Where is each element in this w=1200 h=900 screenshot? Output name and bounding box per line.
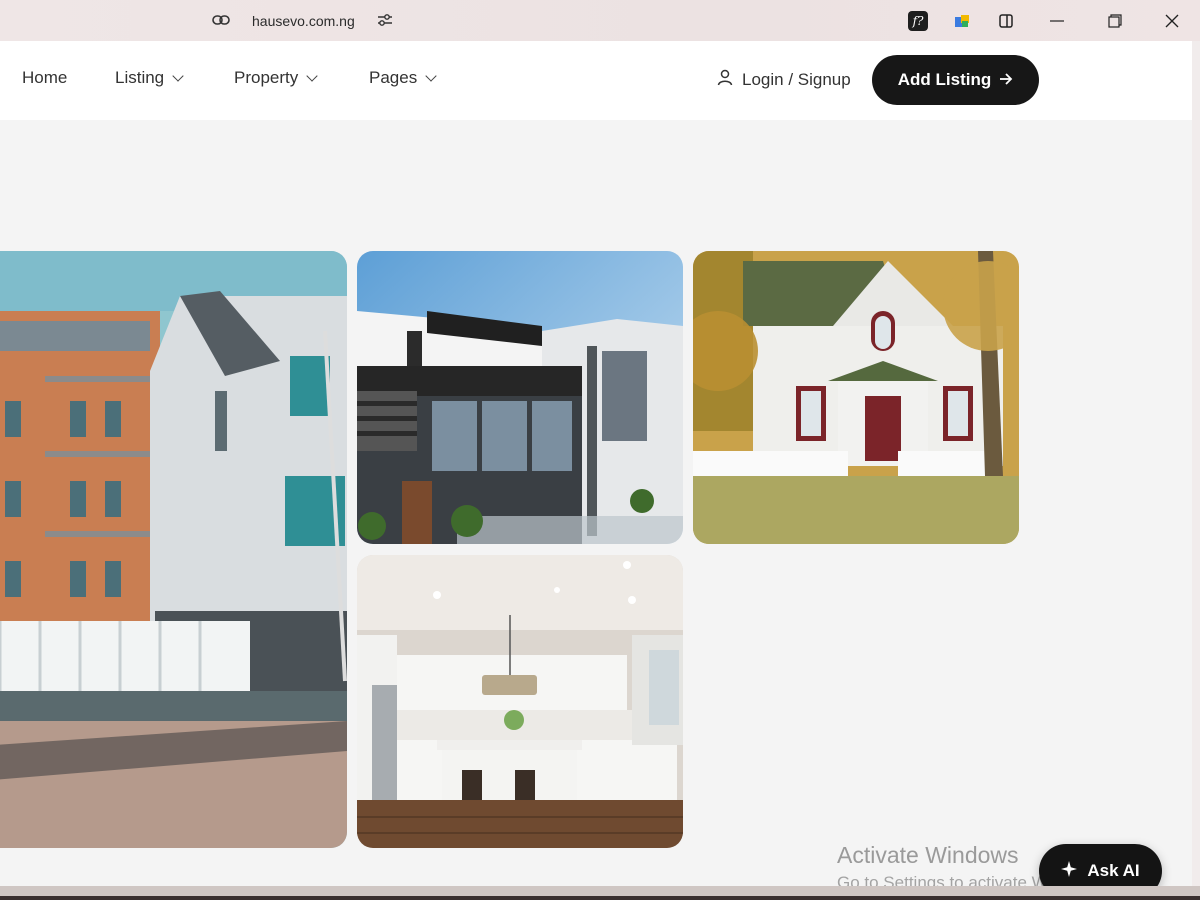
extension-f-icon[interactable]: f? [896, 0, 940, 41]
add-listing-label: Add Listing [897, 70, 992, 89]
restore-icon[interactable] [1086, 0, 1144, 41]
gallery-image-modern-villa[interactable] [357, 251, 683, 544]
nav-item-label: Listing [115, 68, 165, 87]
chevron-down-icon [425, 70, 437, 82]
nav-item-label: Home [22, 68, 68, 87]
gallery-image-white-cottage[interactable] [693, 251, 1019, 544]
nav-item-pages[interactable]: Pages [369, 68, 437, 88]
url-text[interactable]: hausevo.com.ng [252, 13, 355, 29]
login-label: Login / Signup [742, 69, 851, 89]
site-header: Home Listing Property Pages Login / Sign… [0, 41, 1192, 120]
address-bar[interactable]: hausevo.com.ng [212, 10, 393, 32]
nav-item-label: Property [234, 68, 299, 87]
arrow-right-icon [999, 70, 1013, 90]
nav-item-label: Pages [369, 68, 418, 87]
activate-windows-title: Activate Windows [837, 842, 1019, 868]
nav-item-home[interactable]: Home [22, 68, 67, 88]
extension-puzzle-icon[interactable] [940, 0, 984, 41]
link-icon [212, 13, 230, 29]
gallery-image-modern-kitchen[interactable] [357, 555, 683, 848]
add-listing-button[interactable]: Add Listing [872, 55, 1039, 105]
close-icon[interactable] [1144, 0, 1200, 41]
browser-titlebar: hausevo.com.ng f? [0, 0, 1200, 41]
nav-item-property[interactable]: Property [234, 68, 318, 88]
gallery-image-apartment-block[interactable] [0, 251, 347, 848]
user-icon [716, 68, 734, 91]
page-viewport: Home Listing Property Pages Login / Sign… [0, 41, 1192, 886]
nav-item-listing[interactable]: Listing [115, 68, 184, 88]
page-scrollbar-edge [1192, 41, 1200, 886]
sparkle-icon [1061, 860, 1078, 882]
taskbar-edge [0, 896, 1200, 900]
chevron-down-icon [306, 70, 318, 82]
ask-ai-button[interactable]: Ask AI [1039, 844, 1162, 886]
site-settings-icon[interactable] [377, 13, 393, 30]
minimize-icon[interactable] [1028, 0, 1086, 41]
chevron-down-icon [172, 70, 184, 82]
login-signup-link[interactable]: Login / Signup [716, 68, 851, 91]
ask-ai-label: Ask AI [1087, 861, 1140, 880]
split-view-icon[interactable] [984, 0, 1028, 41]
